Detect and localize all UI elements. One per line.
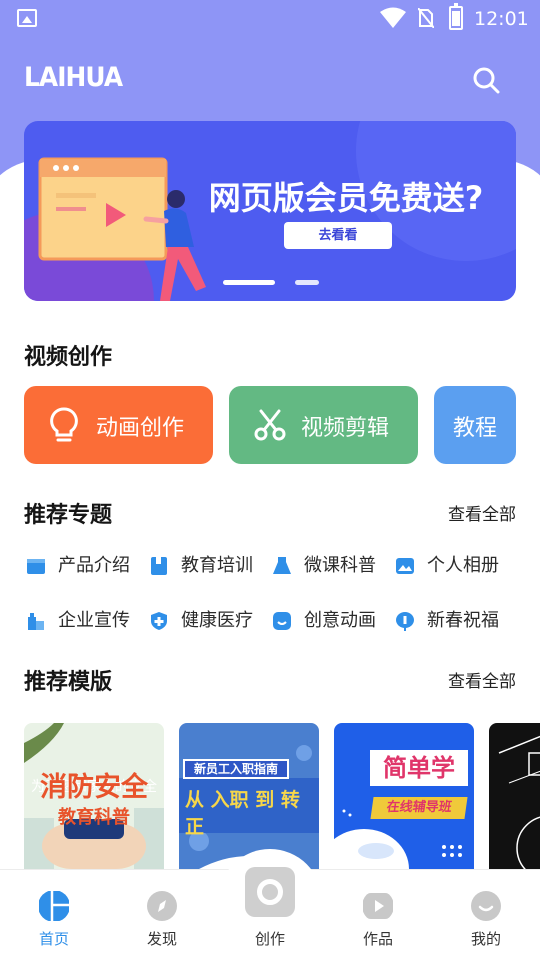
play-icon bbox=[363, 893, 393, 919]
template-subtitle: 从 入职 到 转正 bbox=[185, 789, 300, 838]
no-sim-icon bbox=[418, 8, 434, 28]
topic-item[interactable]: 创意动画 bbox=[272, 607, 392, 635]
topic-label: 健康医疗 bbox=[181, 610, 253, 631]
building-icon bbox=[28, 613, 44, 630]
tab-label: 发现 bbox=[146, 930, 177, 948]
medical-shield-icon bbox=[151, 612, 167, 630]
template-thumbnail bbox=[334, 809, 462, 869]
home-icon bbox=[39, 891, 69, 921]
app-logo: LAIHUA bbox=[24, 62, 123, 93]
template-subtitle: 教育科普 bbox=[58, 807, 130, 828]
video-edit-button[interactable]: 视频剪辑 bbox=[229, 386, 418, 464]
template-card[interactable] bbox=[489, 723, 540, 869]
topic-label: 教育培训 bbox=[181, 555, 253, 576]
tab-profile[interactable]: 我的 bbox=[446, 888, 526, 952]
tab-discover[interactable]: 发现 bbox=[122, 888, 202, 952]
wifi-icon bbox=[380, 7, 406, 28]
promo-banner[interactable]: 网页版会员免费送? 去看看 bbox=[24, 121, 516, 301]
tab-label: 作品 bbox=[362, 930, 393, 948]
template-card[interactable]: 为了您和家人的安全 消防安全 教育科普 bbox=[24, 723, 164, 869]
template-card[interactable]: 新员工入职指南 从 入职 到 转正 bbox=[179, 723, 319, 869]
gallery-notification-icon bbox=[17, 9, 37, 27]
topic-item[interactable]: 产品介绍 bbox=[26, 552, 146, 580]
carousel-indicator-active bbox=[223, 280, 275, 285]
topic-label: 创意动画 bbox=[304, 610, 376, 631]
compass-icon bbox=[147, 891, 177, 921]
templates-see-all-link[interactable]: 查看全部 bbox=[448, 667, 516, 692]
flask-icon bbox=[273, 557, 291, 574]
topics-see-all-link[interactable]: 查看全部 bbox=[448, 500, 516, 525]
lantern-icon bbox=[396, 612, 414, 631]
smile-icon bbox=[273, 612, 291, 630]
profile-smile-icon bbox=[471, 891, 501, 921]
search-icon[interactable] bbox=[472, 66, 500, 94]
status-time: 12:01 bbox=[474, 8, 529, 30]
video-creation-title: 视频创作 bbox=[24, 345, 113, 370]
topic-item[interactable]: 新春祝福 bbox=[395, 607, 515, 635]
tutorial-button[interactable]: 教程 bbox=[434, 386, 516, 464]
box-icon bbox=[27, 559, 45, 574]
recommended-templates-title: 推荐模版 bbox=[24, 670, 113, 695]
tab-home[interactable]: 首页 bbox=[14, 888, 94, 952]
topic-label: 产品介绍 bbox=[58, 555, 130, 576]
lightbulb-icon bbox=[50, 407, 78, 442]
topic-label: 微课科普 bbox=[304, 555, 376, 576]
topic-label: 个人相册 bbox=[427, 555, 499, 576]
battery-icon bbox=[449, 3, 463, 30]
template-thumbnail bbox=[498, 735, 540, 869]
banner-title: 网页版会员免费送? bbox=[208, 179, 484, 217]
tab-label: 创作 bbox=[254, 930, 285, 948]
template-subtitle: 在线辅导班 bbox=[370, 797, 468, 819]
video-edit-label: 视频剪辑 bbox=[301, 416, 390, 441]
topic-item[interactable]: 健康医疗 bbox=[149, 607, 269, 635]
template-title: 消防安全 bbox=[40, 772, 148, 803]
status-bar: 12:01 bbox=[0, 0, 540, 40]
tab-label: 我的 bbox=[470, 930, 501, 948]
book-icon bbox=[151, 557, 167, 575]
topic-item[interactable]: 教育培训 bbox=[149, 552, 269, 580]
animation-create-button[interactable]: 动画创作 bbox=[24, 386, 213, 464]
scissors-icon bbox=[254, 409, 286, 441]
banner-cta-button[interactable]: 去看看 bbox=[284, 222, 392, 249]
topic-label: 新春祝福 bbox=[427, 610, 499, 631]
topic-item[interactable]: 企业宣传 bbox=[26, 607, 146, 635]
template-title: 简单学 bbox=[370, 750, 468, 786]
tutorial-label: 教程 bbox=[452, 416, 497, 441]
topic-item[interactable]: 微课科普 bbox=[272, 552, 392, 580]
topic-item[interactable]: 个人相册 bbox=[395, 552, 515, 580]
tab-create[interactable]: 创作 bbox=[230, 888, 310, 952]
photo-icon bbox=[396, 558, 414, 574]
tab-works[interactable]: 作品 bbox=[338, 888, 418, 952]
carousel-indicator[interactable] bbox=[295, 280, 319, 285]
animation-create-label: 动画创作 bbox=[96, 416, 185, 441]
recommended-topics-title: 推荐专题 bbox=[24, 503, 113, 528]
template-card[interactable]: 简单学 在线辅导班 bbox=[334, 723, 474, 869]
template-title: 新员工入职指南 bbox=[183, 759, 289, 779]
topic-label: 企业宣传 bbox=[58, 610, 130, 631]
tab-label: 首页 bbox=[38, 930, 69, 948]
